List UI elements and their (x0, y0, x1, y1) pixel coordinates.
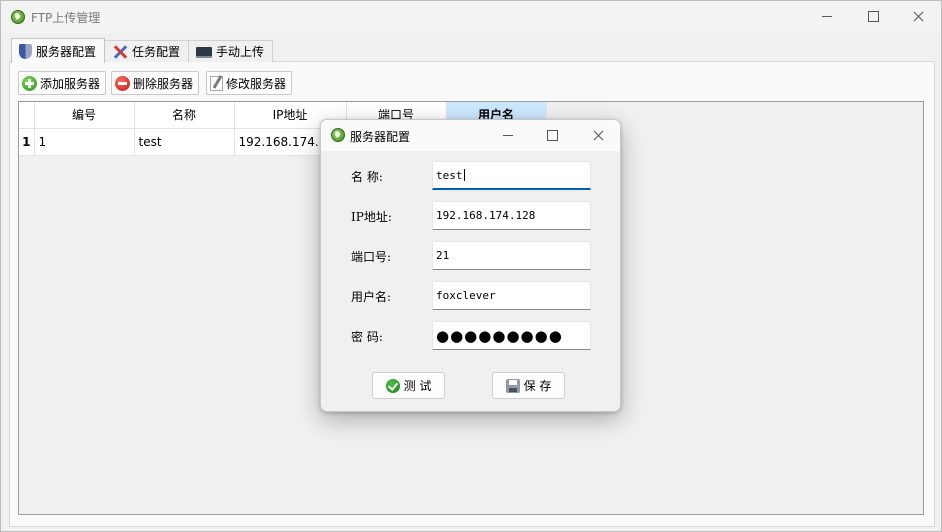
test-button-label: 测 试 (403, 379, 432, 393)
server-config-dialog: 服务器配置 名 称: test IP地址: 192.168.174.128 端口… (320, 119, 621, 412)
port-label: 端口号: (351, 250, 392, 264)
tab-manual-upload[interactable]: 手动上传 (188, 40, 274, 62)
cell-name[interactable]: test (134, 128, 235, 156)
password-mask: ●●●●●●●●● (436, 326, 563, 345)
dialog-maximize-button[interactable] (529, 120, 575, 150)
monitor-icon (196, 47, 213, 58)
column-header-name[interactable]: 名称 (134, 102, 235, 129)
port-value: 21 (436, 249, 450, 262)
edit-icon (210, 75, 223, 91)
password-input[interactable]: ●●●●●●●●● (432, 321, 591, 350)
text-caret (463, 169, 465, 181)
cell-id[interactable]: 1 (34, 128, 135, 156)
delete-icon (115, 75, 130, 91)
delete-server-button[interactable]: 删除服务器 (111, 71, 200, 95)
row-header[interactable]: 1 (19, 128, 35, 156)
ip-label: IP地址: (351, 210, 392, 224)
tab-bar: 服务器配置 任务配置 手动上传 (11, 38, 274, 63)
add-server-label: 添加服务器 (40, 76, 101, 91)
save-button[interactable]: 保 存 (492, 372, 565, 399)
tab-label: 服务器配置 (36, 44, 97, 59)
edit-server-button[interactable]: 修改服务器 (206, 71, 293, 95)
delete-server-label: 删除服务器 (133, 76, 194, 91)
edit-server-label: 修改服务器 (226, 76, 287, 91)
tab-server-config[interactable]: 服务器配置 (11, 38, 106, 63)
dialog-minimize-button[interactable] (485, 120, 531, 150)
tools-icon (112, 44, 128, 60)
name-input[interactable]: test (432, 161, 591, 190)
password-label: 密 码: (351, 330, 383, 344)
port-input[interactable]: 21 (432, 241, 591, 270)
tab-task-config[interactable]: 任务配置 (104, 40, 190, 62)
save-icon (505, 378, 520, 393)
name-label: 名 称: (351, 170, 383, 184)
tab-label: 手动上传 (216, 45, 265, 59)
username-input[interactable]: foxclever (432, 281, 591, 310)
shield-icon (19, 43, 32, 59)
app-icon (11, 10, 25, 24)
minimize-button[interactable] (804, 1, 850, 31)
username-label: 用户名: (351, 290, 392, 304)
ip-input[interactable]: 192.168.174.128 (432, 201, 591, 230)
column-header-id[interactable]: 编号 (34, 102, 135, 129)
check-icon (385, 378, 400, 393)
name-value: test (436, 168, 463, 182)
username-value: foxclever (436, 289, 496, 302)
dialog-title-bar: 服务器配置 (321, 120, 620, 151)
title-bar: FTP上传管理 (1, 1, 941, 33)
dialog-app-icon (331, 128, 345, 142)
add-icon (22, 75, 37, 91)
add-server-button[interactable]: 添加服务器 (18, 71, 107, 95)
save-button-label: 保 存 (523, 379, 552, 393)
table-corner[interactable] (19, 102, 35, 129)
test-button[interactable]: 测 试 (372, 372, 445, 399)
tab-label: 任务配置 (132, 45, 181, 59)
maximize-button[interactable] (850, 1, 896, 31)
ip-value: 192.168.174.128 (436, 209, 536, 222)
close-button[interactable] (895, 1, 941, 31)
window-title: FTP上传管理 (31, 11, 101, 25)
dialog-title: 服务器配置 (350, 130, 411, 144)
dialog-close-button[interactable] (575, 120, 620, 150)
